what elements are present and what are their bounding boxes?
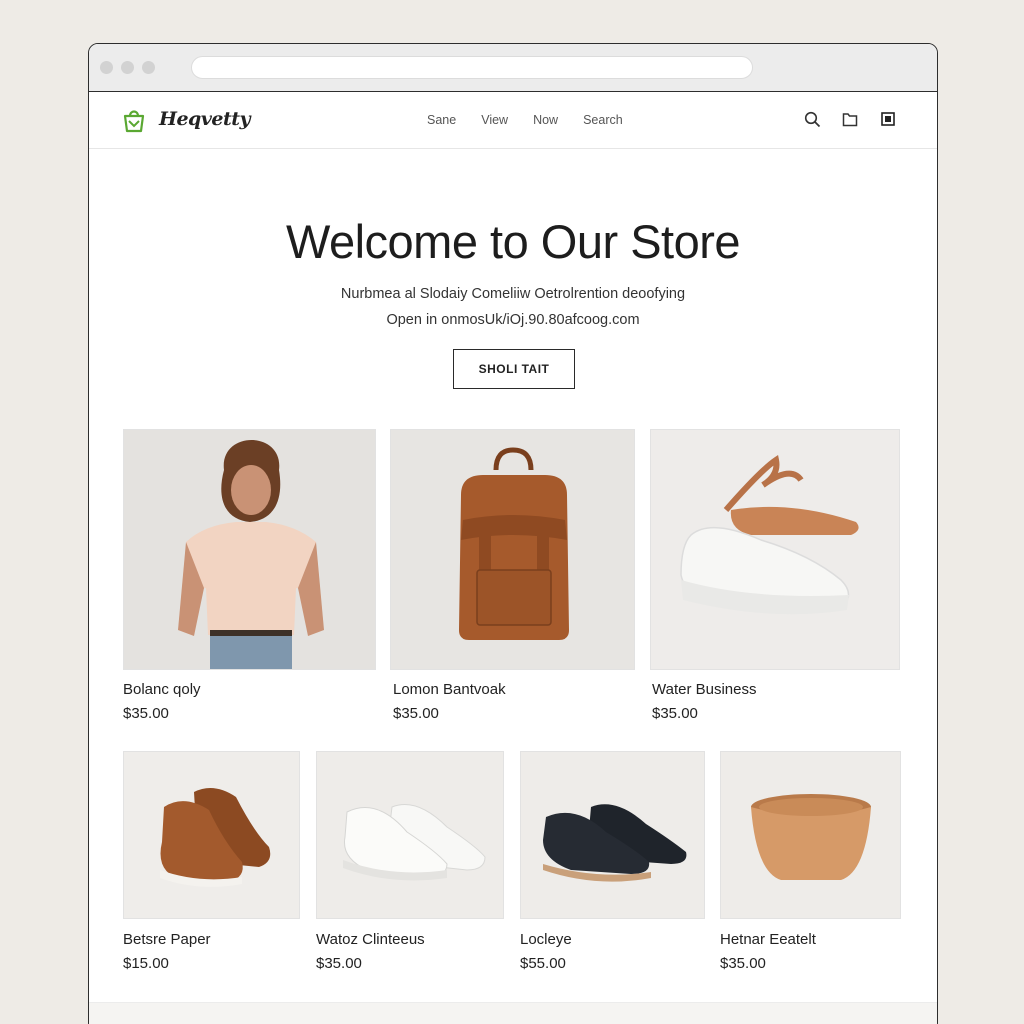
- brand-name[interactable]: Heqvetty: [159, 108, 251, 130]
- product-card[interactable]: Water Business $35.00: [650, 429, 900, 729]
- product-price: $35.00: [123, 705, 169, 722]
- header-icons: [803, 110, 897, 128]
- browser-window: Heqvetty Sane View Now Search Welcome to…: [88, 43, 938, 1024]
- nav-link-view[interactable]: View: [481, 113, 508, 127]
- browser-titlebar: [89, 44, 937, 92]
- product-name[interactable]: Betsre Paper: [123, 931, 211, 948]
- product-price: $35.00: [393, 705, 439, 722]
- product-name[interactable]: Water Business: [652, 681, 756, 698]
- product-price: $55.00: [520, 955, 566, 972]
- product-name[interactable]: Locleye: [520, 931, 572, 948]
- product-image-tshirt-model[interactable]: [123, 429, 376, 670]
- image-icon[interactable]: [879, 110, 897, 128]
- product-card[interactable]: Watoz Clinteeus $35.00: [316, 751, 504, 979]
- product-name[interactable]: Lomon Bantvoak: [393, 681, 506, 698]
- product-name[interactable]: Bolanc qoly: [123, 681, 201, 698]
- site-header: Heqvetty Sane View Now Search: [89, 92, 937, 149]
- close-window-button[interactable]: [100, 61, 113, 74]
- product-image-sneaker-sandal[interactable]: [650, 429, 900, 670]
- product-image-brown-chukka[interactable]: [123, 751, 300, 919]
- shop-now-button[interactable]: SHOLI TAIT: [453, 349, 575, 389]
- footer-strip: [89, 1002, 937, 1024]
- nav-link-search[interactable]: Search: [583, 113, 623, 127]
- product-price: $35.00: [720, 955, 766, 972]
- maximize-window-button[interactable]: [142, 61, 155, 74]
- main-nav: Sane View Now Search: [427, 113, 623, 127]
- product-image-backpack[interactable]: [390, 429, 635, 670]
- nav-link-sane[interactable]: Sane: [427, 113, 456, 127]
- product-card[interactable]: Bolanc qoly $35.00: [123, 429, 376, 729]
- product-card[interactable]: Locleye $55.00: [520, 751, 705, 979]
- product-image-wooden-bowl[interactable]: [720, 751, 901, 919]
- shopping-bag-logo-icon[interactable]: [121, 107, 147, 133]
- address-bar[interactable]: [191, 56, 753, 79]
- product-card[interactable]: Lomon Bantvoak $35.00: [390, 429, 635, 729]
- product-image-white-sneakers[interactable]: [316, 751, 504, 919]
- product-card[interactable]: Hetnar Eeatelt $35.00: [720, 751, 901, 979]
- hero-title: Welcome to Our Store: [285, 215, 741, 268]
- product-name[interactable]: Watoz Clinteeus: [316, 931, 425, 948]
- product-price: $35.00: [316, 955, 362, 972]
- product-image-black-shoes[interactable]: [520, 751, 705, 919]
- hero-subtitle-line-1: Nurbmea al Slodaiy Comeliiw Oetrolrentio…: [340, 286, 686, 302]
- hero-subtitle-line-2: Open in onmosUk/iOj.90.80afcoog.com: [386, 312, 640, 328]
- nav-link-now[interactable]: Now: [533, 113, 558, 127]
- folder-icon[interactable]: [841, 110, 859, 128]
- product-price: $35.00: [652, 705, 698, 722]
- search-icon[interactable]: [803, 110, 821, 128]
- product-price: $15.00: [123, 955, 169, 972]
- product-card[interactable]: Betsre Paper $15.00: [123, 751, 300, 979]
- product-name[interactable]: Hetnar Eeatelt: [720, 931, 816, 948]
- minimize-window-button[interactable]: [121, 61, 134, 74]
